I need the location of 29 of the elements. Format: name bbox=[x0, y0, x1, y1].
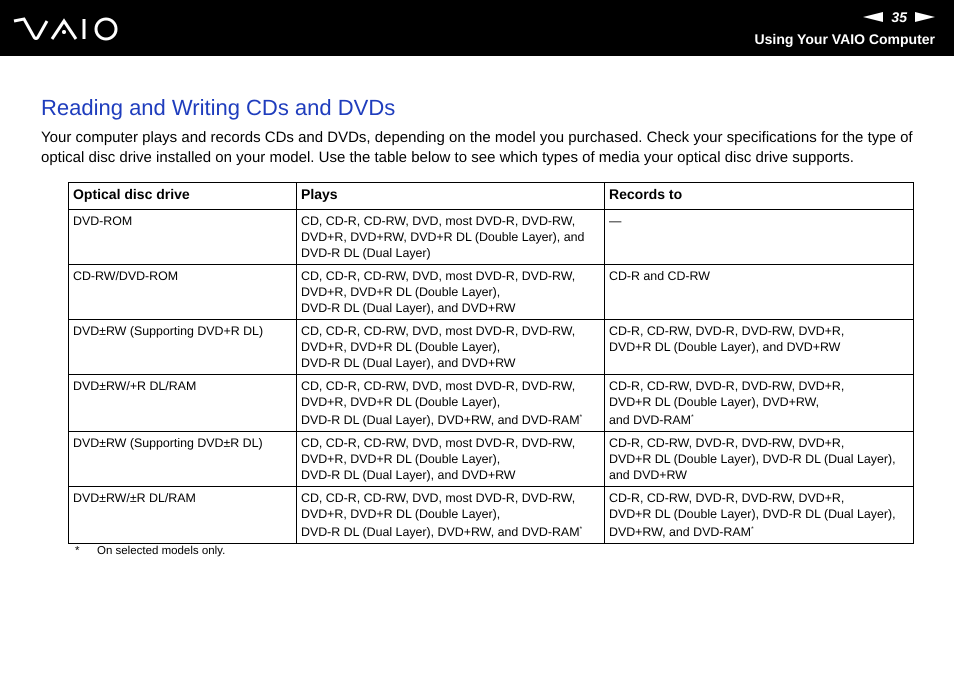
table-cell: CD, CD-R, CD-RW, DVD, most DVD-R, DVD-RW, DVD+R, DVD+R DL (Double Layer), DVD-R DL (Dual Layer), DVD+RW, and DVD-RAM$^{*}$ bbox=[296, 374, 604, 432]
table-cell: CD-R, CD-RW, DVD-R, DVD-RW, DVD+R, DVD+R DL (Double Layer), and DVD+RW bbox=[604, 320, 914, 374]
section-title: Using Your VAIO Computer bbox=[754, 31, 935, 47]
table-cell: DVD±RW/+R DL/RAM bbox=[68, 374, 296, 432]
table-cell: CD-R, CD-RW, DVD-R, DVD-RW, DVD+R, DVD+R DL (Double Layer), DVD+RW, and DVD-RAM$^{*}$ bbox=[604, 374, 914, 432]
column-header: Plays bbox=[296, 182, 604, 210]
column-header: Records to bbox=[604, 182, 914, 210]
intro-paragraph: Your computer plays and records CDs and DVDs, depending on the model you purchased. Check your specifications for the type of optical disc drive installed on your model. Use the table below to see which types of media your optical disc drive supports. bbox=[41, 128, 914, 167]
footnote-text: On selected models only. bbox=[97, 545, 226, 558]
table-cell: CD, CD-R, CD-RW, DVD, most DVD-R, DVD-RW, DVD+R, DVD+RW, DVD+R DL (Double Layer), and DVD-R DL (Dual Layer) bbox=[296, 210, 604, 264]
previous-page-icon[interactable] bbox=[863, 12, 884, 22]
table-cell: CD, CD-R, CD-RW, DVD, most DVD-R, DVD-RW, DVD+R, DVD+R DL (Double Layer), DVD-R DL (Dual Layer), DVD+RW, and DVD-RAM$^{*}$ bbox=[296, 486, 604, 544]
table-cell: CD, CD-R, CD-RW, DVD, most DVD-R, DVD-RW, DVD+R, DVD+R DL (Double Layer), DVD-R DL (Dual Layer), and DVD+RW bbox=[296, 264, 604, 320]
table-cell: CD, CD-R, CD-RW, DVD, most DVD-R, DVD-RW, DVD+R, DVD+R DL (Double Layer), DVD-R DL (Dual Layer), and DVD+RW bbox=[296, 432, 604, 487]
table-cell: CD-R, CD-RW, DVD-R, DVD-RW, DVD+R, DVD+R DL (Double Layer), DVD-R DL (Dual Layer), DVD+RW, and DVD-RAM$^{*}$ bbox=[604, 486, 914, 544]
table-cell: CD-RW/DVD-ROM bbox=[68, 264, 296, 320]
table-cell: DVD±RW (Supporting DVD±R DL) bbox=[68, 432, 296, 487]
next-page-icon[interactable] bbox=[915, 12, 935, 22]
table-cell: DVD-ROM bbox=[68, 210, 296, 264]
table-cell: DVD±RW (Supporting DVD+R DL) bbox=[68, 320, 296, 374]
page-number: 35 bbox=[891, 9, 907, 25]
table-cell: — bbox=[604, 210, 914, 264]
table-cell: DVD±RW/±R DL/RAM bbox=[68, 486, 296, 544]
page-heading: Reading and Writing CDs and DVDs bbox=[41, 94, 396, 122]
table-cell: CD-R and CD-RW bbox=[604, 264, 914, 320]
column-header: Optical disc drive bbox=[68, 182, 296, 210]
footnote-mark: * bbox=[75, 545, 80, 558]
table-cell: CD, CD-R, CD-RW, DVD, most DVD-R, DVD-RW, DVD+R, DVD+R DL (Double Layer), DVD-R DL (Dual Layer), and DVD+RW bbox=[296, 320, 604, 374]
table-cell: CD-R, CD-RW, DVD-R, DVD-RW, DVD+R, DVD+R DL (Double Layer), DVD-R DL (Dual Layer), and DVD+RW bbox=[604, 432, 914, 487]
